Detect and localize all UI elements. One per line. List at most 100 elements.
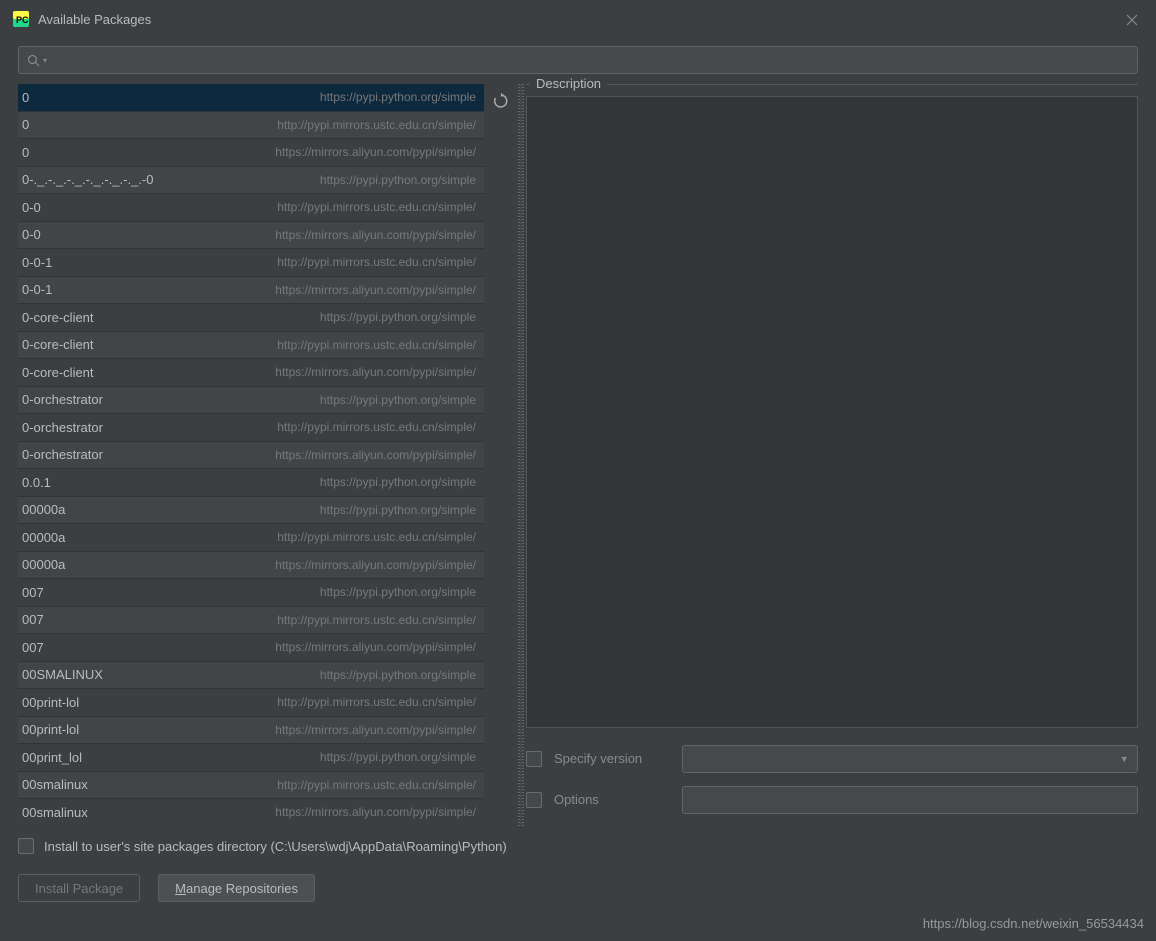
install-package-button[interactable]: Install Package: [18, 874, 140, 902]
package-name: 007: [22, 640, 44, 655]
package-name: 00000a: [22, 502, 65, 517]
package-row[interactable]: 007 https://pypi.python.org/simple: [18, 579, 484, 607]
package-source: https://pypi.python.org/simple: [320, 503, 476, 517]
package-source: http://pypi.mirrors.ustc.edu.cn/simple/: [277, 613, 476, 627]
package-source: http://pypi.mirrors.ustc.edu.cn/simple/: [277, 338, 476, 352]
package-name: 0-._.-._.-._.-._.-._.-._.-0: [22, 172, 154, 187]
package-row[interactable]: 00print-lolhttps://mirrors.aliyun.com/py…: [18, 717, 484, 745]
package-name: 0: [22, 145, 29, 160]
package-name: 007: [22, 585, 44, 600]
manage-repositories-button[interactable]: Manage Repositories: [158, 874, 315, 902]
search-icon: [27, 54, 40, 67]
package-source: https://pypi.python.org/simple: [320, 310, 476, 324]
package-row[interactable]: 0-orchestrator https://pypi.python.org/si…: [18, 387, 484, 415]
package-name: 0-0: [22, 200, 41, 215]
package-source: http://pypi.mirrors.ustc.edu.cn/simple/: [277, 118, 476, 132]
package-source: https://mirrors.aliyun.com/pypi/simple/: [275, 365, 476, 379]
package-row[interactable]: 0 http://pypi.mirrors.ustc.edu.cn/simple/: [18, 112, 484, 140]
package-name: 00print_lol: [22, 750, 82, 765]
package-row[interactable]: 007 https://mirrors.aliyun.com/pypi/simpl…: [18, 634, 484, 662]
options-input[interactable]: [682, 786, 1138, 814]
refresh-button[interactable]: [490, 90, 512, 112]
specify-version-label: Specify version: [554, 751, 670, 766]
package-row[interactable]: 0-core-client https://pypi.python.org/sim…: [18, 304, 484, 332]
package-source: https://pypi.python.org/simple: [320, 668, 476, 682]
package-source: https://pypi.python.org/simple: [320, 475, 476, 489]
package-source: https://mirrors.aliyun.com/pypi/simple/: [275, 640, 476, 654]
package-row[interactable]: 0https://pypi.python.org/simple: [18, 84, 484, 112]
package-source: http://pypi.mirrors.ustc.edu.cn/simple/: [277, 530, 476, 544]
package-row[interactable]: 00000a https://pypi.python.org/simple: [18, 497, 484, 525]
package-row[interactable]: 0-0-1 https://mirrors.aliyun.com/pypi/sim…: [18, 277, 484, 305]
package-name: 0-0: [22, 227, 41, 242]
package-source: https://mirrors.aliyun.com/pypi/simple/: [275, 558, 476, 572]
package-name: 0: [22, 90, 29, 105]
package-row[interactable]: 007 http://pypi.mirrors.ustc.edu.cn/simpl…: [18, 607, 484, 635]
package-row[interactable]: 0-0 http://pypi.mirrors.ustc.edu.cn/simpl…: [18, 194, 484, 222]
package-source: http://pypi.mirrors.ustc.edu.cn/simple/: [277, 695, 476, 709]
install-to-user-label: Install to user's site packages director…: [44, 839, 507, 854]
options-label: Options: [554, 792, 670, 807]
package-row[interactable]: 0-core-client http://pypi.mirrors.ustc.ed…: [18, 332, 484, 360]
package-source: http://pypi.mirrors.ustc.edu.cn/simple/: [277, 200, 476, 214]
install-to-user-checkbox[interactable]: [18, 838, 34, 854]
package-list[interactable]: 0https://pypi.python.org/simple0http://p…: [18, 84, 484, 826]
package-source: https://pypi.python.org/simple: [320, 393, 476, 407]
package-row[interactable]: 0-orchestrator http://pypi.mirrors.ustc.e…: [18, 414, 484, 442]
splitter[interactable]: [518, 84, 524, 826]
package-name: 00SMALINUX: [22, 667, 103, 682]
package-row[interactable]: 00print_lolhttps://pypi.python.org/simpl…: [18, 744, 484, 772]
package-row[interactable]: 00smalinux https://mirrors.aliyun.com/pyp…: [18, 799, 484, 826]
package-name: 0-orchestrator: [22, 447, 103, 462]
close-button[interactable]: [1120, 8, 1144, 32]
package-row[interactable]: 0-0-1 http://pypi.mirrors.ustc.edu.cn/sim…: [18, 249, 484, 277]
package-source: https://mirrors.aliyun.com/pypi/simple/: [275, 145, 476, 159]
package-row[interactable]: 0-._.-._.-._.-._.-._.-._.-0https://pypi.…: [18, 167, 484, 195]
package-source: https://pypi.python.org/simple: [320, 585, 476, 599]
package-name: 0-core-client: [22, 365, 94, 380]
package-source: https://mirrors.aliyun.com/pypi/simple/: [275, 283, 476, 297]
search-box[interactable]: ▾: [18, 46, 1138, 74]
package-row[interactable]: 00smalinux http://pypi.mirrors.ustc.edu.c…: [18, 772, 484, 800]
package-row[interactable]: 0-core-client https://mirrors.aliyun.com/…: [18, 359, 484, 387]
package-source: https://mirrors.aliyun.com/pypi/simple/: [275, 805, 476, 819]
package-name: 0-0-1: [22, 282, 52, 297]
package-source: https://mirrors.aliyun.com/pypi/simple/: [275, 448, 476, 462]
package-source: http://pypi.mirrors.ustc.edu.cn/simple/: [277, 778, 476, 792]
package-name: 00smalinux: [22, 805, 88, 820]
package-row[interactable]: 00print-lol http://pypi.mirrors.ustc.edu.…: [18, 689, 484, 717]
package-source: https://mirrors.aliyun.com/pypi/simple/: [275, 228, 476, 242]
specify-version-select[interactable]: [682, 745, 1138, 773]
package-name: 0-orchestrator: [22, 392, 103, 407]
package-name: 00print-lol: [22, 695, 79, 710]
package-name: 0-0-1: [22, 255, 52, 270]
options-checkbox[interactable]: [526, 792, 542, 808]
package-name: 0.0.1: [22, 475, 51, 490]
pycharm-icon: PC: [12, 10, 30, 28]
svg-text:PC: PC: [16, 15, 29, 25]
package-row[interactable]: 00000a https://mirrors.aliyun.com/pypi/si…: [18, 552, 484, 580]
search-input[interactable]: [51, 53, 1129, 68]
package-source: http://pypi.mirrors.ustc.edu.cn/simple/: [277, 420, 476, 434]
package-name: 007: [22, 612, 44, 627]
package-row[interactable]: 0-orchestrator https://mirrors.aliyun.com…: [18, 442, 484, 470]
specify-version-checkbox[interactable]: [526, 751, 542, 767]
package-row[interactable]: 0 https://mirrors.aliyun.com/pypi/simple/: [18, 139, 484, 167]
package-row[interactable]: 0-0 https://mirrors.aliyun.com/pypi/simpl…: [18, 222, 484, 250]
package-name: 00smalinux: [22, 777, 88, 792]
window-title: Available Packages: [38, 12, 151, 27]
package-name: 00000a: [22, 557, 65, 572]
package-name: 00print-lol: [22, 722, 79, 737]
package-source: http://pypi.mirrors.ustc.edu.cn/simple/: [277, 255, 476, 269]
package-name: 0: [22, 117, 29, 132]
package-row[interactable]: 00000a http://pypi.mirrors.ustc.edu.cn/si…: [18, 524, 484, 552]
search-dropdown-icon[interactable]: ▾: [43, 56, 47, 65]
description-box: [526, 96, 1138, 728]
package-row[interactable]: 00SMALINUX https://pypi.python.org/simple: [18, 662, 484, 690]
package-name: 0-orchestrator: [22, 420, 103, 435]
package-name: 0-core-client: [22, 337, 94, 352]
description-label: Description: [530, 76, 607, 91]
package-name: 00000a: [22, 530, 65, 545]
package-name: 0-core-client: [22, 310, 94, 325]
package-row[interactable]: 0.0.1 https://pypi.python.org/simple: [18, 469, 484, 497]
